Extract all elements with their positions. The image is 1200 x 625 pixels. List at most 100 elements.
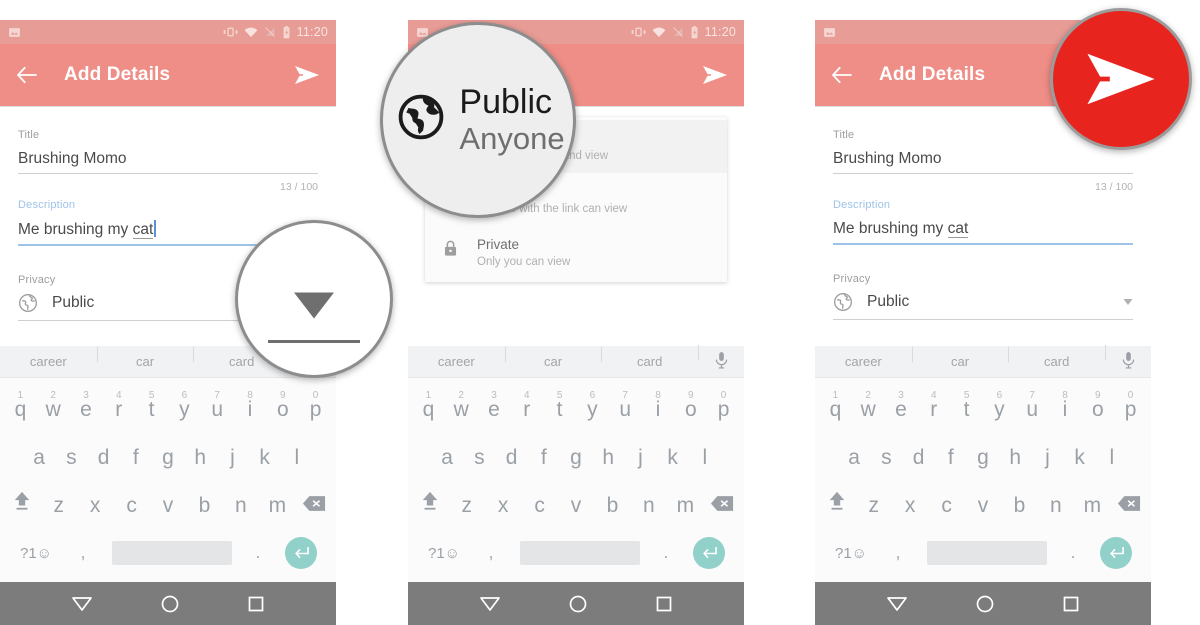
key-e[interactable]: 3e [478,391,511,434]
period-key[interactable]: . [648,543,684,563]
shift-icon[interactable] [412,490,448,530]
suggestion-0[interactable]: career [0,354,97,369]
period-key[interactable]: . [240,543,276,563]
caret-down-icon[interactable] [1123,298,1133,305]
suggestion-2[interactable]: card [1008,347,1105,369]
key-x[interactable]: x [485,495,521,530]
key-s[interactable]: s [463,447,495,482]
key-x[interactable]: x [892,495,928,530]
key-a[interactable]: a [838,447,870,482]
symbols-key[interactable]: ?1☺ [10,545,62,562]
key-z[interactable]: z [40,495,76,530]
key-y[interactable]: 6y [576,391,609,434]
key-g[interactable]: g [152,447,184,482]
key-y[interactable]: 6y [983,391,1016,434]
description-field[interactable]: Description Me brushing my cat [833,199,1133,245]
key-h[interactable]: h [184,447,216,482]
suggestion-1[interactable]: car [911,347,1009,369]
key-b[interactable]: b [1001,495,1037,530]
microphone-icon[interactable] [1105,344,1151,372]
key-d[interactable]: d [902,447,934,482]
key-b[interactable]: b [594,495,630,530]
key-e[interactable]: 3e [885,391,918,434]
key-s[interactable]: s [870,447,902,482]
key-d[interactable]: d [87,447,119,482]
key-t[interactable]: 5t [135,391,168,434]
key-l[interactable]: l [689,447,721,482]
space-key[interactable] [927,541,1047,565]
back-arrow-icon[interactable] [16,66,38,84]
comma-key[interactable]: , [62,543,104,563]
send-icon[interactable] [702,65,728,85]
key-g[interactable]: g [560,447,592,482]
nav-back-triangle-icon[interactable] [480,596,501,612]
key-a[interactable]: a [431,447,463,482]
key-n[interactable]: n [223,495,259,530]
nav-recents-square-icon[interactable] [248,596,264,612]
key-k[interactable]: k [657,447,689,482]
key-r[interactable]: 4r [917,391,950,434]
key-f[interactable]: f [935,447,967,482]
send-icon[interactable] [294,65,320,85]
key-e[interactable]: 3e [70,391,103,434]
key-o[interactable]: 9o [674,391,707,434]
key-a[interactable]: a [23,447,55,482]
key-u[interactable]: 7u [201,391,234,434]
comma-key[interactable]: , [877,543,919,563]
key-n[interactable]: n [631,495,667,530]
key-c[interactable]: c [113,495,149,530]
nav-back-triangle-icon[interactable] [72,596,93,612]
symbols-key[interactable]: ?1☺ [418,545,470,562]
enter-key[interactable] [1091,537,1141,569]
key-f[interactable]: f [120,447,152,482]
key-z[interactable]: z [855,495,891,530]
key-p[interactable]: 0p [1114,391,1147,434]
key-q[interactable]: 1q [4,391,37,434]
key-u[interactable]: 7u [609,391,642,434]
key-j[interactable]: j [1031,447,1063,482]
key-h[interactable]: h [999,447,1031,482]
key-v[interactable]: v [965,495,1001,530]
key-t[interactable]: 5t [950,391,983,434]
shift-icon[interactable] [819,490,855,530]
key-c[interactable]: c [521,495,557,530]
key-u[interactable]: 7u [1016,391,1049,434]
key-n[interactable]: n [1038,495,1074,530]
key-f[interactable]: f [528,447,560,482]
suggestion-2[interactable]: card [601,347,698,369]
period-key[interactable]: . [1055,543,1091,563]
key-i[interactable]: 8i [234,391,267,434]
key-r[interactable]: 4r [510,391,543,434]
key-w[interactable]: 2w [445,391,478,434]
key-c[interactable]: c [928,495,964,530]
key-o[interactable]: 9o [1081,391,1114,434]
dropdown-option-private[interactable]: Private Only you can view [425,226,727,279]
backspace-icon[interactable] [704,495,740,530]
nav-home-circle-icon[interactable] [161,595,179,613]
back-arrow-icon[interactable] [831,66,853,84]
backspace-icon[interactable] [1111,495,1147,530]
key-r[interactable]: 4r [102,391,135,434]
key-s[interactable]: s [55,447,87,482]
key-k[interactable]: k [249,447,281,482]
privacy-selector[interactable]: Public [833,285,1133,319]
key-l[interactable]: l [1096,447,1128,482]
key-d[interactable]: d [495,447,527,482]
key-z[interactable]: z [448,495,484,530]
key-j[interactable]: j [624,447,656,482]
nav-recents-square-icon[interactable] [656,596,672,612]
symbols-key[interactable]: ?1☺ [825,545,877,562]
space-key[interactable] [520,541,640,565]
key-w[interactable]: 2w [37,391,70,434]
comma-key[interactable]: , [470,543,512,563]
key-q[interactable]: 1q [412,391,445,434]
send-button-magnifier[interactable] [1050,8,1192,150]
key-q[interactable]: 1q [819,391,852,434]
key-m[interactable]: m [1074,495,1110,530]
key-k[interactable]: k [1064,447,1096,482]
key-m[interactable]: m [667,495,703,530]
suggestion-1[interactable]: car [504,347,602,369]
key-w[interactable]: 2w [852,391,885,434]
suggestion-0[interactable]: career [815,354,912,369]
nav-recents-square-icon[interactable] [1063,596,1079,612]
